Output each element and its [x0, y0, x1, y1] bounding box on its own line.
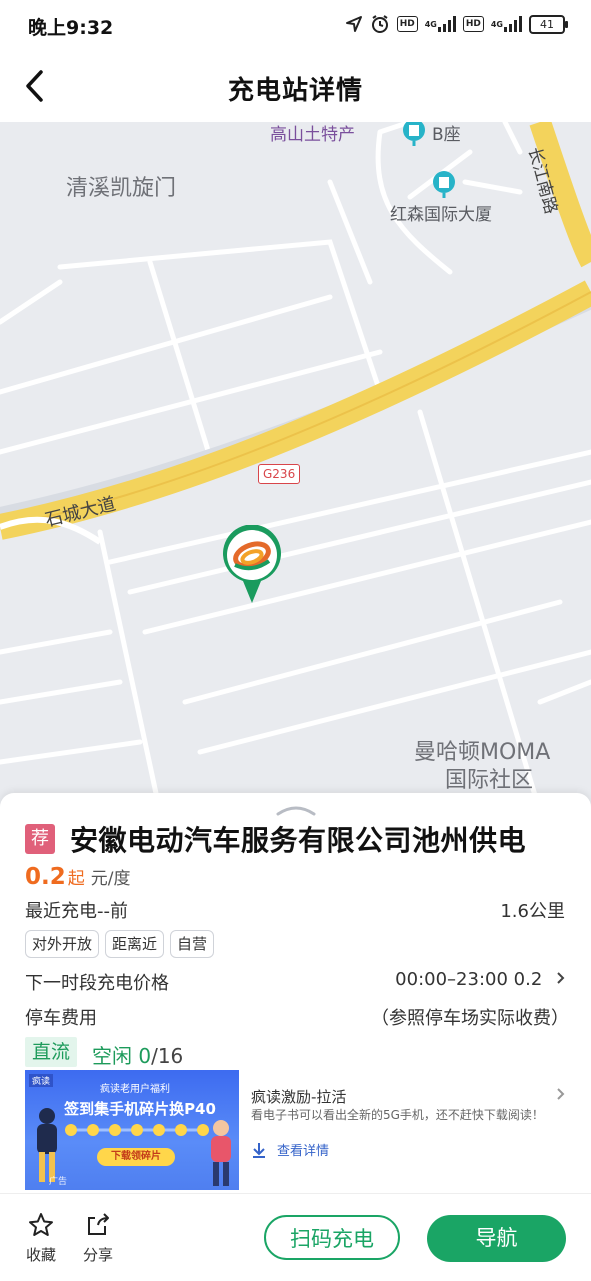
favorite-button[interactable]: 收藏 — [21, 1212, 61, 1265]
battery-icon: 41 — [529, 14, 568, 34]
bottom-action-bar: 收藏 分享 扫码充电 导航 — [0, 1193, 591, 1281]
alarm-icon — [370, 14, 390, 34]
poi-label-bzuo[interactable]: B座 — [432, 122, 461, 145]
status-icons: HD 4G HD 4G 41 — [345, 14, 568, 34]
next-price-value: 00:00–23:00 0.2 — [395, 969, 543, 990]
ad-person-icon-2 — [211, 1120, 231, 1186]
share-label: 分享 — [82, 1246, 113, 1264]
header: 充电站详情 — [0, 50, 591, 122]
navigate-button[interactable]: 导航 — [427, 1215, 566, 1262]
next-price-label: 下一时段充电价格 — [25, 973, 169, 994]
signal-icon-2: 4G — [491, 16, 522, 32]
hd-icon-2: HD — [462, 16, 484, 32]
distance-text: 1.6公里 — [500, 901, 565, 922]
next-price-link[interactable]: 00:00–23:00 0.2 — [395, 969, 565, 990]
signal-icon: 4G — [425, 16, 456, 32]
ad-detail-link[interactable]: 查看详情 — [251, 1140, 329, 1159]
ad-detail-label: 查看详情 — [277, 1144, 330, 1159]
ad-banner-image[interactable]: 疯读 疯读老用户福利 签到集手机碎片换P40 下载领碎片 广告 — [25, 1070, 239, 1190]
recommend-badge: 荐 — [25, 824, 55, 854]
star-icon — [29, 1213, 53, 1236]
dc-badge: 直流 — [25, 1037, 78, 1067]
price-unit: 元/度 — [90, 869, 131, 889]
checkin-progress-icon — [65, 1124, 209, 1136]
ad-mark: 广告 — [49, 1177, 68, 1187]
recent-charge-text: 最近充电--前 — [25, 901, 128, 922]
ad-download-button[interactable]: 下载领碎片 — [97, 1148, 175, 1166]
status-time: 晚上9:32 — [28, 17, 114, 39]
price-value: 0.2 — [25, 864, 66, 890]
share-button[interactable]: 分享 — [78, 1212, 118, 1265]
map-label-qingxi: 清溪凯旋门 — [66, 176, 177, 201]
favorite-label: 收藏 — [25, 1246, 56, 1264]
tag-self-run: 自营 — [170, 930, 215, 958]
tag-list: 对外开放 距离近 自营 — [25, 930, 215, 958]
network-type-label: 4G — [424, 19, 437, 29]
scan-charge-button[interactable]: 扫码充电 — [264, 1215, 400, 1260]
tag-open: 对外开放 — [25, 930, 100, 958]
chevron-up-icon — [276, 806, 316, 816]
idle-status: 空闲 0/16 — [92, 1040, 183, 1069]
ad-title[interactable]: 疯读激励-拉活 — [251, 1086, 346, 1107]
share-icon — [88, 1213, 109, 1235]
poi-label-hongsen[interactable]: 红森国际大厦 — [390, 200, 492, 225]
map-view[interactable]: 高山土特产 B座 红森国际大厦 清溪凯旋门 长江南路 石城大道 G236 曼哈顿… — [0, 122, 591, 812]
road-shield-g236: G236 — [258, 464, 301, 484]
ad-banner-line1: 疯读老用户福利 — [100, 1084, 170, 1095]
price-from-label: 起 — [67, 869, 85, 889]
ad-banner-line2: 签到集手机碎片换P40 — [64, 1100, 216, 1118]
ad-description: 看电子书可以看出全新的5G手机，还不赶快下载阅读！ — [251, 1108, 544, 1122]
status-bar: 晚上9:32 HD 4G HD 4G 41 — [0, 0, 591, 50]
network-type-label-2: 4G — [490, 19, 503, 29]
idle-total: /16 — [151, 1044, 184, 1068]
idle-label: 空闲 — [92, 1044, 132, 1068]
panel-expand-handle[interactable] — [276, 801, 316, 816]
location-icon — [345, 15, 363, 33]
page-title: 充电站详情 — [227, 76, 363, 106]
parking-fee-value: （参照停车场实际收费） — [371, 1008, 569, 1029]
station-name: 安徽电动汽车服务有限公司池州供电 — [70, 824, 527, 857]
station-detail-panel: 荐 安徽电动汽车服务有限公司池州供电 0.2 起 元/度 最近充电--前 1.6… — [0, 793, 591, 1193]
poi-label-gaoshan[interactable]: 高山土特产 — [270, 122, 355, 145]
hd-icon: HD — [396, 16, 418, 32]
price-row: 0.2 起 元/度 — [25, 864, 130, 890]
parking-fee-label: 停车费用 — [25, 1008, 97, 1029]
map-label-manhattan-2: 国际社区 — [445, 768, 534, 793]
ad-logo: 疯读 — [29, 1074, 54, 1087]
tag-near: 距离近 — [105, 930, 165, 958]
ad-close-chevron-icon[interactable] — [556, 1085, 565, 1106]
idle-count: 0 — [138, 1044, 152, 1068]
download-icon — [253, 1142, 265, 1158]
chevron-right-icon — [556, 969, 565, 990]
